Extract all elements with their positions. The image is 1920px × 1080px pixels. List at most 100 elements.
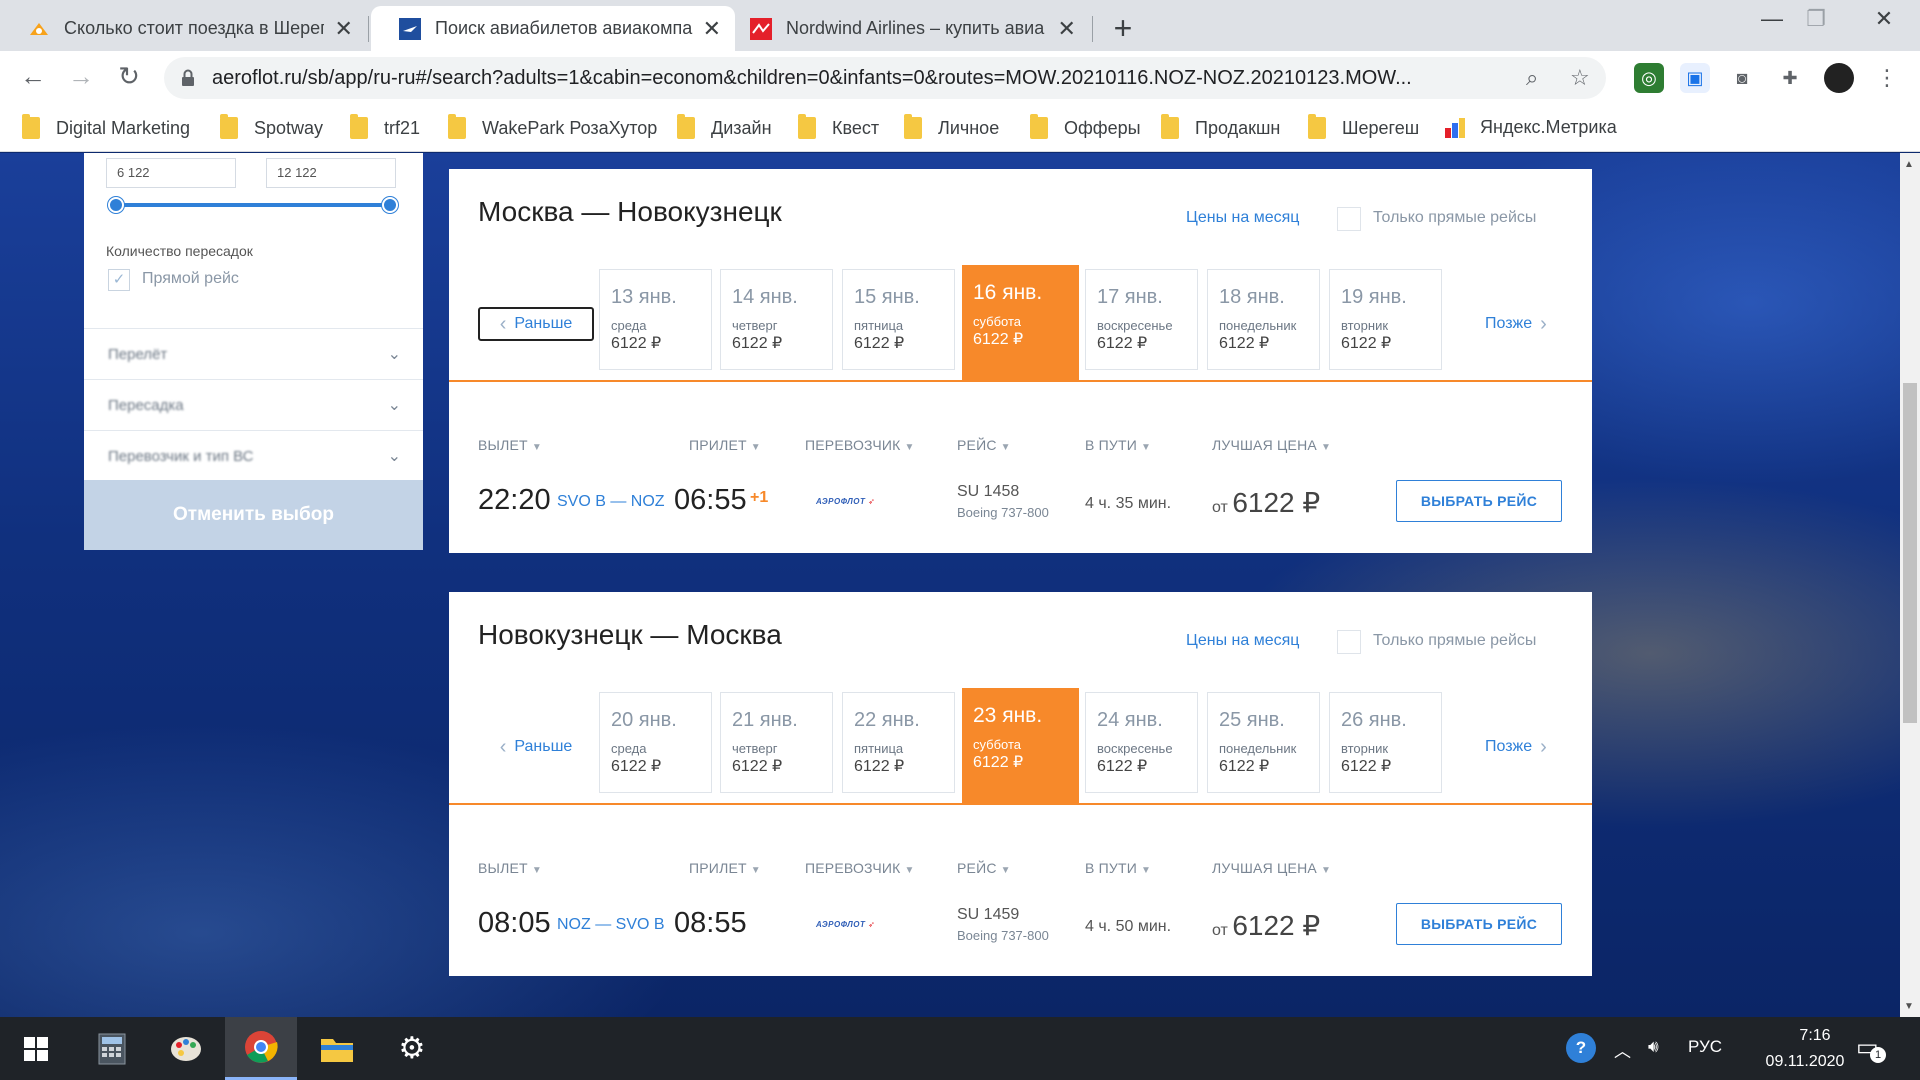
extension-translate-icon[interactable]: ▣	[1680, 63, 1710, 93]
tab-aeroflot[interactable]: Поиск авиабилетов авиакомпа ✕	[371, 6, 735, 51]
month-prices-link[interactable]: Цены на месяц	[1186, 632, 1299, 650]
close-icon[interactable]: ✕	[334, 16, 353, 42]
price-range-slider[interactable]	[108, 197, 398, 213]
clock-date[interactable]: 09.11.2020	[1740, 1053, 1870, 1071]
flight-accordion[interactable]: Перелёт ⌄	[84, 328, 423, 379]
bookmark-folder[interactable]: Дизайн	[677, 114, 772, 139]
bookmark-folder[interactable]: Офферы	[1030, 114, 1141, 139]
notifications-icon[interactable]: ▭ 1	[1856, 1033, 1886, 1063]
later-button[interactable]: Позже ›	[1485, 730, 1547, 764]
menu-kebab-icon[interactable]: ⋮	[1872, 63, 1902, 93]
date-cell[interactable]: 21 янв. четверг 6122 ₽	[720, 692, 833, 793]
close-icon[interactable]: ✕	[1057, 16, 1076, 42]
direct-only-checkbox[interactable]	[1337, 630, 1361, 654]
bookmark-folder[interactable]: Digital Marketing	[22, 114, 190, 139]
zoom-icon[interactable]: ⌕	[1526, 65, 1538, 91]
date-cell[interactable]: 24 янв. воскресенье 6122 ₽	[1085, 692, 1198, 793]
direct-flight-label[interactable]: Прямой рейс	[142, 270, 239, 288]
scrollbar-thumb[interactable]	[1903, 383, 1917, 723]
extensions-puzzle-icon[interactable]: ✚	[1775, 63, 1805, 93]
settings-app[interactable]: ⚙	[376, 1017, 448, 1080]
date-cell-selected[interactable]: 16 янв. суббота 6122 ₽	[962, 265, 1079, 380]
scroll-down-icon[interactable]: ▼	[1904, 1001, 1914, 1012]
address-bar[interactable]: aeroflot.ru/sb/app/ru-ru#/search?adults=…	[164, 57, 1606, 99]
date-cell[interactable]: 13 янв. среда 6122 ₽	[599, 269, 712, 370]
date-cell[interactable]: 19 янв. вторник 6122 ₽	[1329, 269, 1442, 370]
clock-time[interactable]: 7:16	[1760, 1027, 1870, 1045]
carrier-accordion[interactable]: Перевозчик и тип ВС ⌄	[84, 430, 423, 481]
bookmark-folder[interactable]: Квест	[798, 114, 879, 139]
bookmark-folder[interactable]: Личное	[904, 114, 999, 139]
select-flight-button[interactable]: ВЫБРАТЬ РЕЙС	[1396, 480, 1562, 522]
date-cell[interactable]: 25 янв. понедельник 6122 ₽	[1207, 692, 1320, 793]
date-cell[interactable]: 20 янв. среда 6122 ₽	[599, 692, 712, 793]
calculator-app[interactable]	[76, 1017, 148, 1080]
back-icon[interactable]: ←	[16, 61, 50, 92]
sort-carrier[interactable]: ПЕРЕВОЗЧИК ▼	[805, 437, 915, 453]
bookmark-folder[interactable]: Продакшн	[1161, 114, 1280, 139]
bookmark-yandex-metrika[interactable]: Яндекс.Метрика	[1444, 117, 1617, 138]
date-cell[interactable]: 17 янв. воскресенье 6122 ₽	[1085, 269, 1198, 370]
bookmark-star-icon[interactable]: ☆	[1570, 65, 1590, 91]
direct-only-checkbox[interactable]	[1337, 207, 1361, 231]
page-scrollbar[interactable]: ▲ ▼	[1900, 153, 1920, 1017]
price-value: 6122 ₽	[1232, 910, 1321, 941]
avatar[interactable]	[1824, 63, 1854, 93]
sort-departure[interactable]: ВЫЛЕТ ▼	[478, 860, 542, 876]
date-cell[interactable]: 22 янв. пятница 6122 ₽	[842, 692, 955, 793]
window-close-icon[interactable]: ✕	[1864, 6, 1904, 32]
sort-departure[interactable]: ВЫЛЕТ ▼	[478, 437, 542, 453]
reload-icon[interactable]: ↻	[112, 61, 146, 92]
transfer-accordion[interactable]: Пересадка ⌄	[84, 379, 423, 430]
minimize-icon[interactable]: —	[1752, 6, 1792, 32]
help-icon[interactable]: ?	[1566, 1033, 1596, 1063]
tab-sheregesh[interactable]: Сколько стоит поездка в Шерег ✕	[0, 6, 367, 51]
earlier-button[interactable]: ‹ Раньше	[478, 730, 594, 764]
sort-carrier[interactable]: ПЕРЕВОЗЧИК ▼	[805, 860, 915, 876]
price-from-input[interactable]: 6 122	[106, 158, 236, 188]
file-explorer-app[interactable]	[301, 1017, 373, 1080]
sort-price[interactable]: ЛУЧШАЯ ЦЕНА ▼	[1212, 437, 1331, 453]
sort-flight[interactable]: РЕЙС ▼	[957, 437, 1011, 453]
paint-app[interactable]	[150, 1017, 222, 1080]
extension-green-icon[interactable]: ◎	[1634, 63, 1664, 93]
sort-duration[interactable]: В ПУТИ ▼	[1085, 437, 1151, 453]
speaker-icon[interactable]: 🔊︎	[1648, 1037, 1659, 1057]
restore-icon[interactable]: ❐	[1796, 6, 1836, 32]
bookmark-folder[interactable]: Шерегеш	[1308, 114, 1419, 139]
tab-nordwind[interactable]: Nordwind Airlines – купить авиа ✕	[722, 6, 1090, 51]
date-cell[interactable]: 18 янв. понедельник 6122 ₽	[1207, 269, 1320, 370]
bookmark-folder[interactable]: Spotway	[220, 114, 323, 139]
cancel-selection-button[interactable]: Отменить выбор	[84, 480, 423, 550]
input-language[interactable]: РУС	[1688, 1037, 1722, 1057]
sort-duration[interactable]: В ПУТИ ▼	[1085, 860, 1151, 876]
start-button[interactable]	[0, 1017, 72, 1080]
chevron-up-icon[interactable]: ︿	[1614, 1037, 1631, 1062]
close-icon[interactable]: ✕	[703, 16, 721, 42]
bookmark-folder[interactable]: WakePark РозаХутор	[448, 114, 657, 139]
date-cell[interactable]: 14 янв. четверг 6122 ₽	[720, 269, 833, 370]
date-cell-selected[interactable]: 23 янв. суббота 6122 ₽	[962, 688, 1079, 803]
month-prices-link[interactable]: Цены на месяц	[1186, 209, 1299, 227]
earlier-button[interactable]: ‹ Раньше	[478, 307, 594, 341]
bookmark-folder[interactable]: trf21	[350, 114, 420, 139]
slider-min-handle[interactable]	[108, 197, 124, 213]
direct-flight-checkbox[interactable]: ✓	[108, 269, 130, 291]
forward-icon[interactable]: →	[64, 61, 98, 92]
scroll-up-icon[interactable]: ▲	[1904, 159, 1914, 170]
direct-only-label[interactable]: Только прямые рейсы	[1373, 632, 1536, 650]
slider-max-handle[interactable]	[382, 197, 398, 213]
select-flight-button[interactable]: ВЫБРАТЬ РЕЙС	[1396, 903, 1562, 945]
price-to-input[interactable]: 12 122	[266, 158, 396, 188]
sort-flight[interactable]: РЕЙС ▼	[957, 860, 1011, 876]
sort-arrival[interactable]: ПРИЛЕТ ▼	[689, 437, 761, 453]
new-tab-icon[interactable]: +	[1108, 10, 1138, 47]
sort-price[interactable]: ЛУЧШАЯ ЦЕНА ▼	[1212, 860, 1331, 876]
date-cell[interactable]: 26 янв. вторник 6122 ₽	[1329, 692, 1442, 793]
direct-only-label[interactable]: Только прямые рейсы	[1373, 209, 1536, 227]
sort-arrival[interactable]: ПРИЛЕТ ▼	[689, 860, 761, 876]
chrome-app[interactable]	[225, 1017, 297, 1080]
later-button[interactable]: Позже ›	[1485, 307, 1547, 341]
camera-icon[interactable]: ◙	[1727, 63, 1757, 93]
date-cell[interactable]: 15 янв. пятница 6122 ₽	[842, 269, 955, 370]
